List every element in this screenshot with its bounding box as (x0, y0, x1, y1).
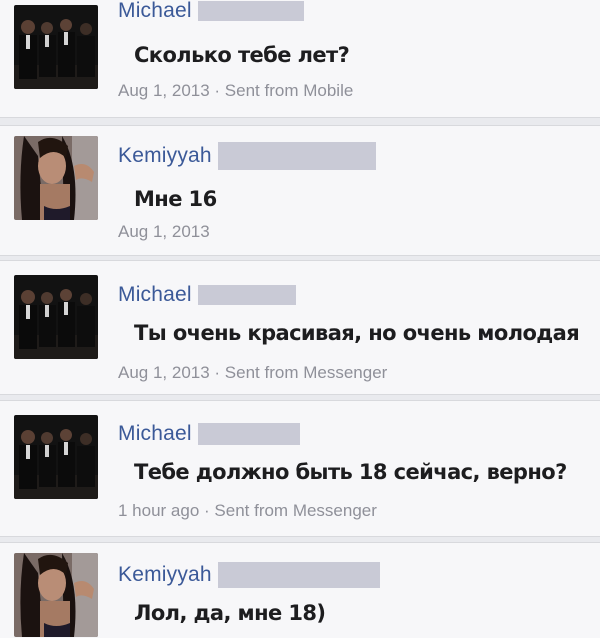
message-item: Michael Ты очень красивая, но очень моло… (0, 260, 600, 395)
message-text: Лол, да, мне 18) (134, 601, 326, 625)
message-timestamp: 1 hour ago · Sent from Messenger (118, 501, 377, 520)
message-text: Мне 16 (134, 187, 217, 211)
woman-photo-icon (14, 136, 98, 220)
message-text: Ты очень красивая, но очень молодая (134, 321, 580, 345)
redacted-surname (197, 423, 300, 445)
group-photo-icon (14, 415, 98, 499)
sender-name-link[interactable]: Michael (118, 283, 192, 307)
avatar[interactable] (14, 5, 98, 89)
avatar[interactable] (14, 275, 98, 359)
avatar[interactable] (14, 136, 98, 220)
sender-name-link[interactable]: Michael (118, 0, 192, 23)
group-photo-icon (14, 275, 98, 359)
redacted-surname (197, 285, 296, 305)
message-timestamp: Aug 1, 2013 · Sent from Mobile (118, 81, 354, 100)
message-item: Kemiyyah Мне 16 Aug 1, 2013 (0, 125, 600, 256)
message-item: Kemiyyah Лол, да, мне 18) (0, 542, 600, 638)
message-thread: Michael Сколько тебе лет? Aug 1, 2013 · … (0, 0, 600, 638)
redacted-surname (197, 1, 304, 21)
message-timestamp: Aug 1, 2013 (118, 222, 210, 241)
group-photo-icon (14, 5, 98, 89)
avatar[interactable] (14, 415, 98, 499)
message-text: Тебе должно быть 18 сейчас, верно? (134, 460, 567, 484)
sender-name-link[interactable]: Kemiyyah (118, 563, 212, 587)
message-item: Michael Сколько тебе лет? Aug 1, 2013 · … (0, 0, 600, 118)
woman-photo-icon (14, 553, 98, 637)
message-text: Сколько тебе лет? (134, 43, 350, 67)
redacted-surname (217, 562, 380, 588)
message-timestamp: Aug 1, 2013 · Sent from Messenger (118, 363, 388, 382)
message-item: Michael Тебе должно быть 18 сейчас, верн… (0, 400, 600, 537)
redacted-surname (217, 142, 376, 170)
sender-name-link[interactable]: Michael (118, 422, 192, 446)
sender-name-link[interactable]: Kemiyyah (118, 144, 212, 168)
avatar[interactable] (14, 553, 98, 637)
